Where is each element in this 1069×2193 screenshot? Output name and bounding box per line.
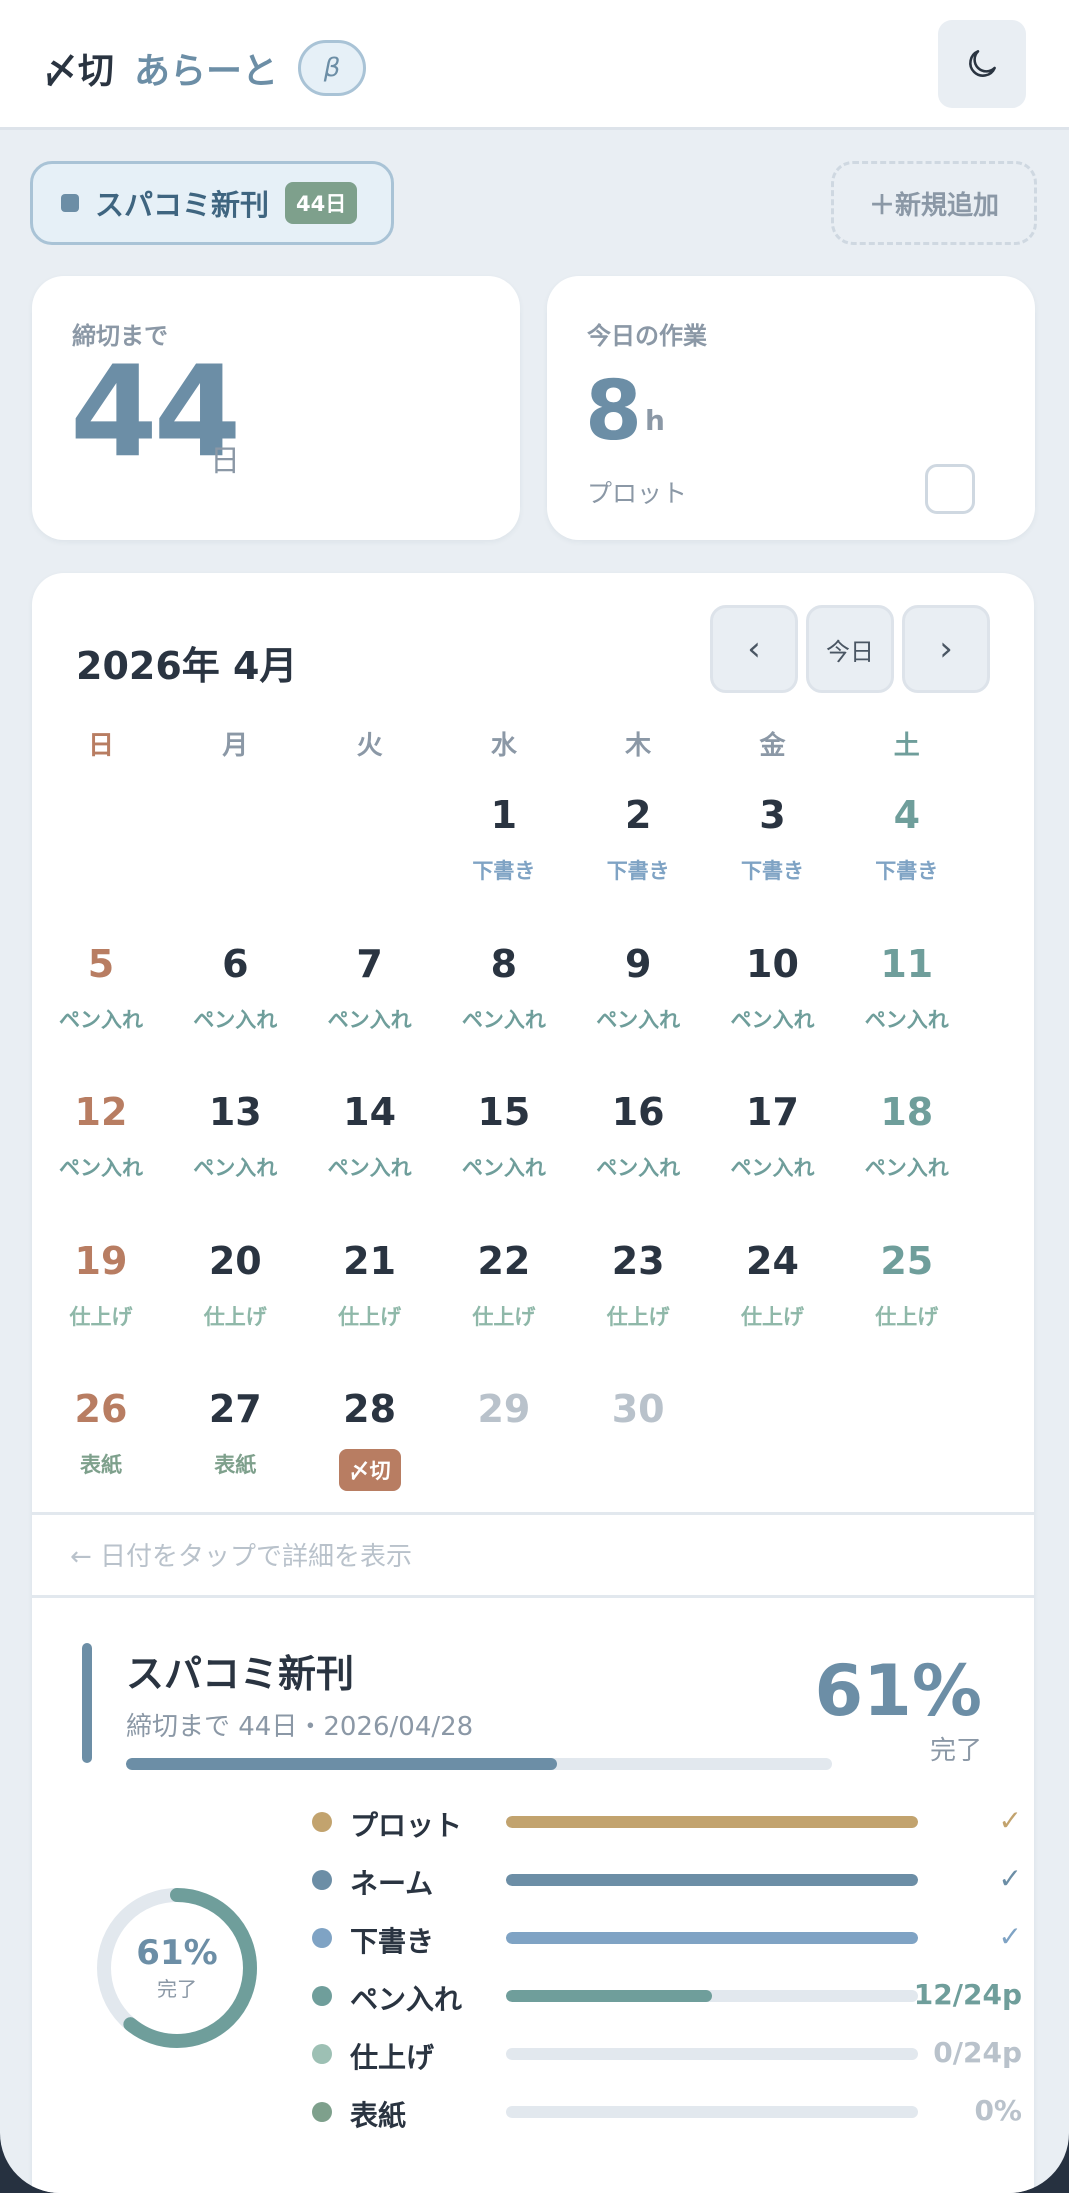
stage-row: プロット ✓ [312,1802,1022,1842]
stage-progress-bar [506,2106,918,2118]
stage-row: ペン入れ 12/24p [312,1976,1022,2016]
stage-color-dot [312,1870,332,1890]
donut-percent: 61% [136,1933,218,1973]
stage-color-dot [312,1986,332,2006]
stage-name: 表紙 [350,2099,407,2132]
stage-progress-fill [506,1874,918,1886]
stage-progress-bar [506,1932,918,1944]
stage-color-dot [312,2102,332,2122]
stage-progress-fill [506,1932,918,1944]
stage-name: 下書き [350,1925,435,1958]
stage-color-dot [312,1812,332,1832]
detail-percent: 61% [814,1650,982,1732]
stage-row: ネーム ✓ [312,1860,1022,1900]
stage-name: 仕上げ [350,2041,435,2074]
stage-row: 下書き ✓ [312,1918,1022,1958]
stage-status: 12/24p [913,1978,1022,2011]
stage-progress-bar [506,1874,918,1886]
stage-row: 表紙 0% [312,2092,1022,2132]
stage-color-dot [312,1928,332,1948]
detail-accent-bar [82,1643,92,1763]
detail-progress-fill [126,1758,557,1770]
stage-progress-bar [506,2048,918,2060]
donut-label: 完了 [157,1977,197,2001]
stage-progress-bar [506,1990,918,2002]
stage-color-dot [312,2044,332,2064]
stage-status: 0% [974,2094,1022,2127]
stage-row: 仕上げ 0/24p [312,2034,1022,2074]
detail-subtitle: 締切まで 44日・2026/04/28 [126,1712,474,1742]
stage-progress-bar [506,1816,918,1828]
detail-title: スパコミ新刊 [126,1652,355,1696]
stage-status: ✓ [998,1862,1022,1895]
donut-label-group: 61% 完了 [94,1933,260,2002]
detail-percent-label: 完了 [929,1736,982,1766]
stage-progress-fill [506,1990,712,2002]
stage-name: ペン入れ [350,1983,463,2016]
stage-status: 0/24p [933,2036,1022,2069]
stage-progress-fill [506,1816,918,1828]
detail-progress-bar [126,1758,832,1770]
project-detail: スパコミ新刊 締切まで 44日・2026/04/28 61% 完了 61% 完了… [32,0,1034,2193]
stage-name: ネーム [350,1867,434,1900]
stage-status: ✓ [998,1920,1022,1953]
app-screen: 〆切 あらーと β スパコミ新刊 44日 ＋新規追加 締切まで 44 日 今日の… [0,0,1069,2193]
stage-status: ✓ [998,1804,1022,1837]
stage-name: プロット [350,1809,463,1842]
